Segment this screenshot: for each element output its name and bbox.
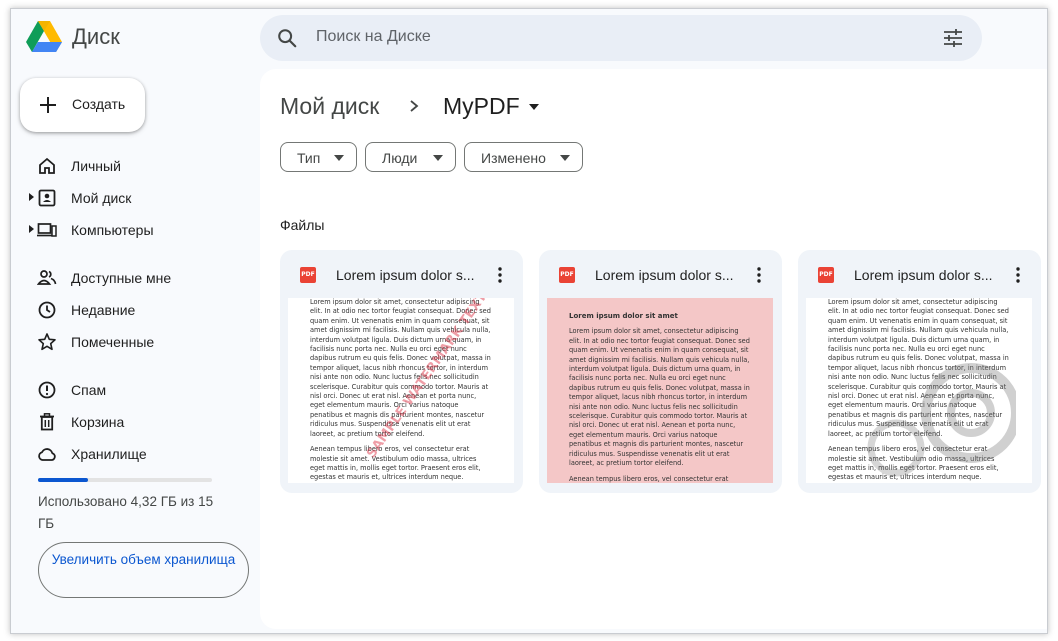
file-name: Lorem ipsum dolor s... [854, 267, 993, 283]
sidebar-item-label: Помеченные [71, 334, 155, 350]
sidebar-item-label: Хранилище [71, 446, 147, 462]
more-options-icon[interactable] [749, 265, 769, 285]
preview-title: Lorem ipsum dolor sit amet [569, 312, 678, 320]
pdf-icon: PDF [559, 267, 575, 283]
search-icon[interactable] [276, 27, 298, 49]
search-options-icon[interactable] [942, 28, 964, 48]
filter-people-chip[interactable]: Люди [365, 142, 456, 172]
caret-down-icon [560, 155, 570, 161]
caret-down-icon[interactable] [528, 103, 540, 111]
home-icon [39, 157, 55, 174]
file-preview-thumbnail: Lorem ipsum dolor sit amet Lorem ipsum d… [547, 298, 773, 483]
expand-arrow-icon[interactable] [28, 224, 36, 234]
shared-icon [37, 270, 57, 285]
breadcrumb-current-folder[interactable]: MyPDF [443, 93, 520, 120]
drive-window: Диск Поиск на Диске Создать Личный Мой д… [10, 8, 1048, 634]
filter-chip-label: Люди [382, 150, 418, 166]
file-preview-thumbnail: Lorem ipsum dolor sit amet, consectetur … [806, 298, 1032, 483]
caret-down-icon [433, 155, 443, 161]
sidebar-item-label: Доступные мне [71, 270, 172, 286]
computers-icon [37, 223, 57, 237]
storage-usage-text: Использовано 4,32 ГБ из 15 ГБ [38, 494, 214, 531]
storage-usage-bar [38, 478, 212, 482]
sidebar-item-shared[interactable]: Доступные мне [11, 262, 251, 294]
cloud-icon [38, 448, 56, 461]
spam-icon [38, 381, 56, 399]
upgrade-storage-button[interactable]: Увеличить объем хранилища [38, 542, 249, 598]
sidebar-item-storage[interactable]: Хранилище [11, 438, 251, 470]
sidebar-item-label: Компьютеры [71, 222, 154, 238]
sidebar-item-personal[interactable]: Личный [11, 150, 251, 182]
file-preview-thumbnail: Lorem ipsum dolor sit amet, consectetur … [288, 298, 514, 483]
filter-modified-chip[interactable]: Изменено [464, 142, 583, 172]
caret-down-icon [334, 155, 344, 161]
pdf-icon: PDF [300, 267, 316, 283]
file-card[interactable]: PDF Lorem ipsum dolor s... Lorem ipsum d… [280, 250, 523, 493]
sidebar-item-label: Недавние [71, 302, 136, 318]
file-card[interactable]: PDF Lorem ipsum dolor s... Lorem ipsum d… [539, 250, 782, 493]
trash-icon [40, 413, 54, 431]
pdf-icon: PDF [818, 267, 834, 283]
sidebar-item-computers[interactable]: Компьютеры [11, 214, 251, 246]
filter-chip-label: Тип [297, 150, 321, 166]
breadcrumb-my-drive[interactable]: Мой диск [280, 93, 379, 120]
files-section-title: Файлы [280, 217, 325, 233]
file-card[interactable]: PDF Lorem ipsum dolor s... Lorem ipsum d… [798, 250, 1041, 493]
drive-logo-icon[interactable] [25, 19, 63, 53]
file-name: Lorem ipsum dolor s... [336, 267, 475, 283]
sidebar-item-trash[interactable]: Корзина [11, 406, 251, 438]
sidebar-item-starred[interactable]: Помеченные [11, 326, 251, 358]
sidebar-item-spam[interactable]: Спам [11, 374, 251, 406]
clock-icon [38, 301, 56, 319]
storage-usage-fill [38, 478, 89, 482]
sidebar-item-my-drive[interactable]: Мой диск [11, 182, 251, 214]
sidebar-item-label: Личный [71, 158, 121, 174]
filter-type-chip[interactable]: Тип [280, 142, 357, 172]
plus-icon [40, 97, 56, 113]
my-drive-icon [38, 189, 56, 207]
preview-text: Aenean tempus libero eros, vel consectet… [569, 474, 729, 483]
sidebar-item-label: Мой диск [71, 190, 132, 206]
app-title: Диск [72, 24, 120, 49]
search-input[interactable]: Поиск на Диске [316, 28, 431, 46]
sidebar-item-recent[interactable]: Недавние [11, 294, 251, 326]
chevron-right-icon [410, 100, 419, 112]
create-button[interactable]: Создать [20, 78, 145, 132]
sidebar-item-label: Корзина [71, 414, 125, 430]
sidebar-item-label: Спам [71, 382, 107, 398]
watermark-graphic [867, 363, 1016, 477]
more-options-icon[interactable] [490, 265, 510, 285]
expand-arrow-icon[interactable] [28, 192, 36, 202]
filter-chip-label: Изменено [481, 150, 546, 166]
search-bar[interactable]: Поиск на Диске [260, 15, 982, 61]
create-button-label: Создать [72, 96, 126, 112]
file-name: Lorem ipsum dolor s... [595, 267, 734, 283]
star-icon [38, 333, 56, 351]
preview-text: Aenean tempus libero eros, vel consectet… [310, 445, 481, 483]
preview-text: Lorem ipsum dolor sit amet, consectetur … [569, 327, 750, 468]
more-options-icon[interactable] [1008, 265, 1028, 285]
main-content: Мой диск MyPDF Тип Люди Изменено Файлы P… [260, 69, 1047, 629]
